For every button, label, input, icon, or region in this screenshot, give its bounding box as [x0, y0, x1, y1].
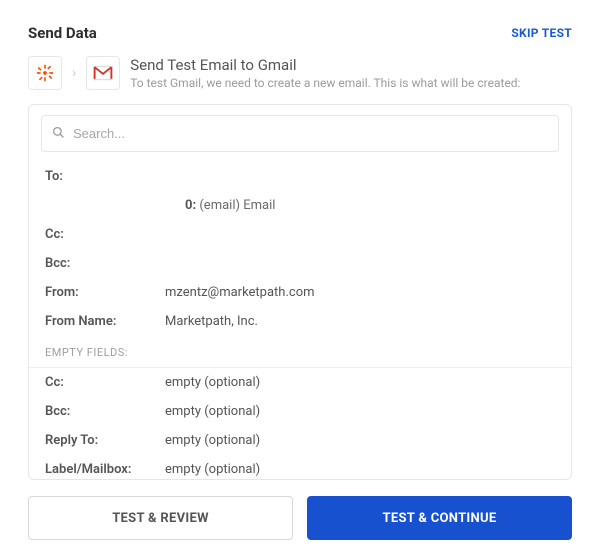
- footer: TEST & REVIEW TEST & CONTINUE: [28, 496, 572, 540]
- gmail-icon: [86, 56, 120, 90]
- field-row-to-item: 0: (email) Email: [29, 191, 571, 220]
- empty-cc-value: empty (optional): [165, 375, 260, 390]
- empty-row-reply-to: Reply To: empty (optional): [29, 426, 571, 455]
- to-label: To:: [45, 169, 165, 184]
- zapier-icon: [28, 56, 62, 90]
- page-title: Send Data: [28, 24, 97, 42]
- to-item-key: 0:: [185, 198, 196, 213]
- field-row-to: To:: [29, 162, 571, 191]
- header-row: Send Data SKIP TEST: [28, 24, 572, 42]
- field-row-from-name: From Name: Marketpath, Inc.: [29, 307, 571, 336]
- empty-bcc-label: Bcc:: [45, 404, 165, 419]
- empty-reply-to-value: empty (optional): [165, 433, 260, 448]
- field-row-bcc: Bcc:: [29, 249, 571, 278]
- test-review-button[interactable]: TEST & REVIEW: [28, 496, 293, 540]
- empty-cc-label: Cc:: [45, 375, 165, 390]
- from-name-value: Marketpath, Inc.: [165, 314, 258, 329]
- empty-row-cc: Cc: empty (optional): [29, 368, 571, 397]
- bcc-label: Bcc:: [45, 256, 165, 271]
- step-title: Send Test Email to Gmail: [130, 56, 520, 74]
- from-name-label: From Name:: [45, 314, 165, 329]
- step-text: Send Test Email to Gmail To test Gmail, …: [130, 56, 520, 90]
- step-header: › Send Test Email to Gmail To test Gmail…: [28, 56, 572, 90]
- empty-row-label-mailbox: Label/Mailbox: empty (optional): [29, 455, 571, 479]
- empty-reply-to-label: Reply To:: [45, 433, 165, 448]
- fields-scroll[interactable]: To: 0: (email) Email Cc: Bcc: From: mzen…: [29, 162, 571, 479]
- empty-label-mailbox-label: Label/Mailbox:: [45, 462, 165, 477]
- chevron-right-icon: ›: [72, 65, 76, 81]
- field-row-from: From: mzentz@marketpath.com: [29, 278, 571, 307]
- data-panel: To: 0: (email) Email Cc: Bcc: From: mzen…: [28, 104, 572, 480]
- field-row-cc: Cc:: [29, 220, 571, 249]
- empty-label-mailbox-value: empty (optional): [165, 462, 260, 477]
- search-icon: [52, 124, 65, 143]
- empty-bcc-value: empty (optional): [165, 404, 260, 419]
- to-item: 0: (email) Email: [165, 198, 275, 213]
- step-subtitle: To test Gmail, we need to create a new e…: [130, 76, 520, 90]
- from-label: From:: [45, 285, 165, 300]
- empty-row-bcc: Bcc: empty (optional): [29, 397, 571, 426]
- send-data-card: Send Data SKIP TEST › Send Test Email to…: [0, 0, 600, 560]
- skip-test-button[interactable]: SKIP TEST: [511, 26, 572, 40]
- search-box[interactable]: [41, 115, 559, 152]
- to-item-value: (email) Email: [199, 198, 275, 213]
- test-continue-button[interactable]: TEST & CONTINUE: [307, 496, 572, 540]
- cc-label: Cc:: [45, 227, 165, 242]
- from-value: mzentz@marketpath.com: [165, 285, 315, 300]
- search-input[interactable]: [73, 126, 548, 141]
- search-wrap: [29, 105, 571, 162]
- empty-fields-heading: EMPTY FIELDS:: [29, 336, 571, 368]
